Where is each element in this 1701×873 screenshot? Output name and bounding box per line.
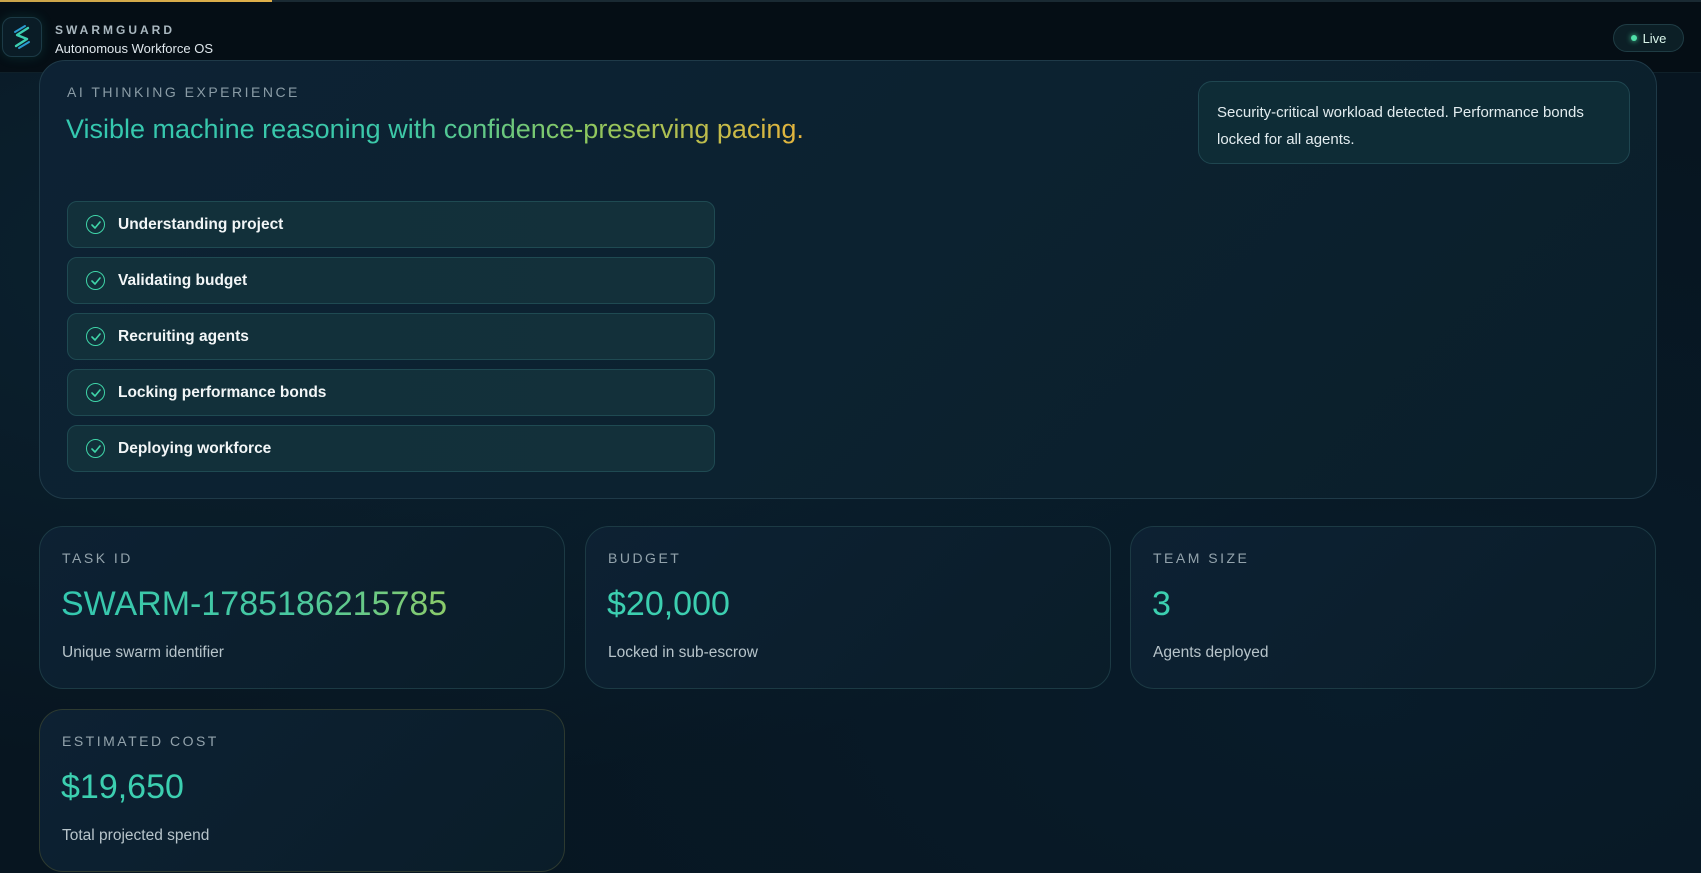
check-circle-icon bbox=[86, 383, 105, 402]
ai-thinking-panel: AI THINKING EXPERIENCE Visible machine r… bbox=[39, 60, 1657, 499]
thinking-step: Deploying workforce bbox=[67, 425, 715, 472]
estimated-cost-value: $19,650 bbox=[61, 768, 184, 806]
stat-description: Agents deployed bbox=[1153, 644, 1269, 661]
budget-card: BUDGET $20,000 Locked in sub-escrow bbox=[585, 526, 1111, 689]
brand-name: SWARMGUARD bbox=[55, 23, 175, 37]
live-label: Live bbox=[1642, 30, 1667, 46]
live-dot-icon bbox=[1630, 35, 1637, 41]
estimated-cost-card: ESTIMATED COST $19,650 Total projected s… bbox=[39, 709, 565, 872]
stat-description: Unique swarm identifier bbox=[62, 644, 224, 661]
step-label: Recruiting agents bbox=[118, 327, 249, 345]
security-alert: Security-critical workload detected. Per… bbox=[1198, 81, 1630, 164]
thinking-step: Recruiting agents bbox=[67, 313, 715, 360]
team-size-card: TEAM SIZE 3 Agents deployed bbox=[1130, 526, 1656, 689]
task-id-card: TASK ID SWARM-1785186215785 Unique swarm… bbox=[39, 526, 565, 689]
step-label: Locking performance bonds bbox=[118, 383, 327, 401]
step-label: Deploying workforce bbox=[118, 439, 272, 457]
stat-label: TASK ID bbox=[62, 550, 133, 566]
stat-label: BUDGET bbox=[608, 550, 682, 566]
check-circle-icon bbox=[86, 215, 105, 234]
check-circle-icon bbox=[86, 327, 105, 346]
brand-subtitle: Autonomous Workforce OS bbox=[55, 41, 213, 56]
team-size-value: 3 bbox=[1152, 585, 1171, 623]
check-circle-icon bbox=[86, 271, 105, 290]
stat-label: ESTIMATED COST bbox=[62, 733, 219, 749]
step-label: Validating budget bbox=[118, 271, 248, 289]
task-id-value: SWARM-1785186215785 bbox=[61, 585, 448, 623]
thinking-headline: Visible machine reasoning with confidenc… bbox=[66, 114, 804, 144]
budget-value: $20,000 bbox=[607, 585, 730, 623]
swarmguard-logo-icon[interactable] bbox=[2, 17, 42, 57]
live-status-badge: Live bbox=[1613, 24, 1684, 52]
stat-label: TEAM SIZE bbox=[1153, 550, 1250, 566]
thinking-step: Understanding project bbox=[67, 201, 715, 248]
check-circle-icon bbox=[86, 439, 105, 458]
stat-description: Locked in sub-escrow bbox=[608, 644, 758, 661]
thinking-step: Locking performance bonds bbox=[67, 369, 715, 416]
step-label: Understanding project bbox=[118, 215, 284, 233]
stat-description: Total projected spend bbox=[62, 827, 210, 844]
thinking-steps-list: Understanding project Validating budget … bbox=[67, 201, 715, 481]
thinking-eyebrow: AI THINKING EXPERIENCE bbox=[67, 84, 300, 100]
thinking-step: Validating budget bbox=[67, 257, 715, 304]
